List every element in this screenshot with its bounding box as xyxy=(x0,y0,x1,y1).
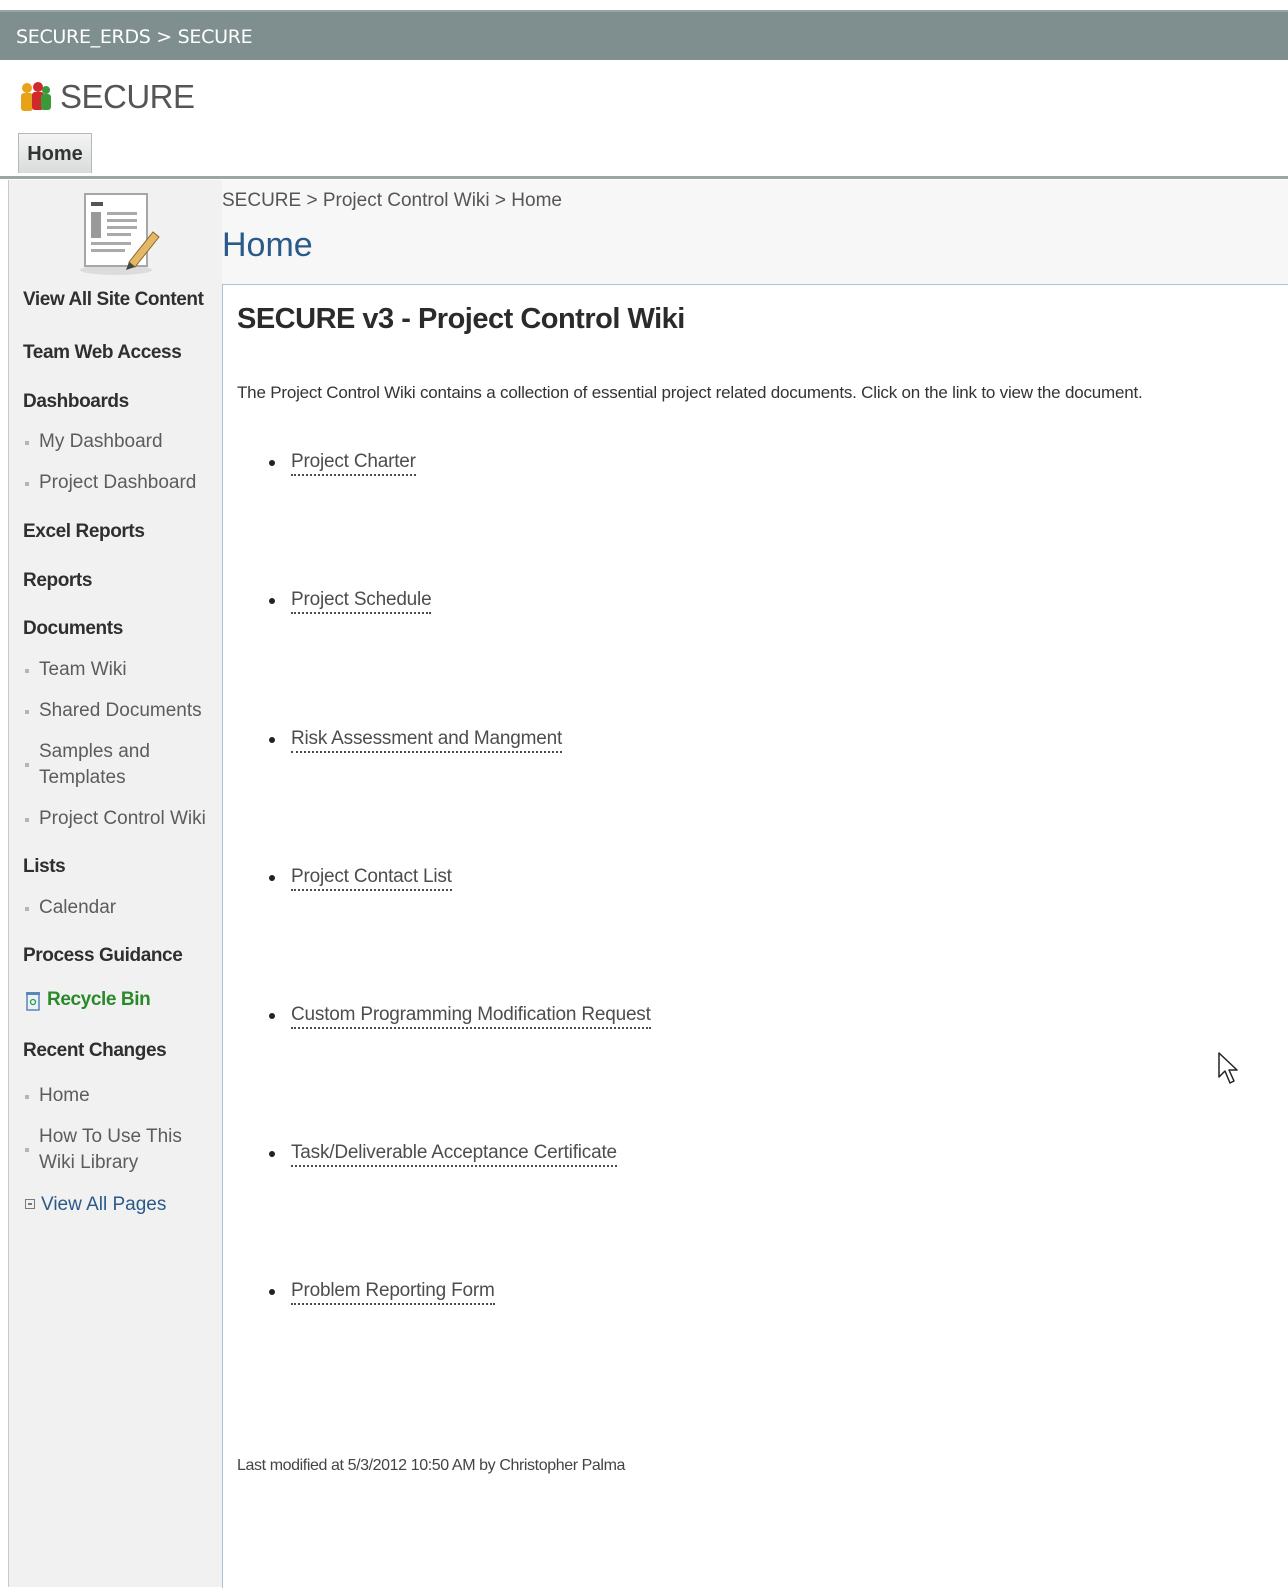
top-breadcrumb-bar: SECURE_ERDS > SECURE xyxy=(0,10,1288,60)
tab-home[interactable]: Home xyxy=(18,133,92,173)
page-title: Home xyxy=(222,226,313,264)
site-header: SECURE Home xyxy=(0,60,1288,179)
nav-item-label: How To Use This Wiki Library xyxy=(39,1126,182,1173)
bullet-icon xyxy=(269,598,275,604)
bullet-icon xyxy=(25,1095,29,1099)
bullet-icon xyxy=(25,669,29,673)
breadcrumb-parent-site[interactable]: SECURE_ERDS xyxy=(16,26,151,48)
nav-heading-excel-reports[interactable]: Excel Reports xyxy=(23,521,145,543)
nav-heading-recent-changes: Recent Changes xyxy=(23,1040,167,1061)
wiki-document-pencil-icon xyxy=(80,193,160,275)
nav-heading-documents[interactable]: Documents xyxy=(23,618,123,640)
site-breadcrumb: SECURE_ERDS > SECURE xyxy=(16,26,253,48)
bullet-icon xyxy=(269,1289,275,1295)
nav-item-team-wiki[interactable]: Team Wiki xyxy=(23,657,127,683)
nav-item-recent-home[interactable]: Home xyxy=(23,1083,90,1109)
sharepoint-people-icon xyxy=(21,82,51,111)
nav-item-label: Team Wiki xyxy=(39,659,127,680)
recycle-bin-icon xyxy=(26,992,40,1011)
nav-item-label: Project Dashboard xyxy=(39,472,197,493)
bullet-icon xyxy=(269,1013,275,1019)
wiki-content: SECURE v3 - Project Control Wiki The Pro… xyxy=(222,284,1288,1588)
last-modified-text: Last modified at 5/3/2012 10:50 AM by Ch… xyxy=(237,1457,626,1474)
bullet-icon xyxy=(25,441,29,445)
breadcrumb-separator: > xyxy=(156,26,172,48)
bullet-icon xyxy=(25,482,29,486)
bullet-icon xyxy=(25,907,29,911)
nav-item-my-dashboard[interactable]: My Dashboard xyxy=(23,429,163,455)
nav-item-label: Home xyxy=(39,1085,90,1106)
wiki-heading: SECURE v3 - Project Control Wiki xyxy=(237,303,685,335)
doc-link-custom-programming-request[interactable]: Custom Programming Modification Request xyxy=(291,1004,651,1029)
page-header: SECURE > Project Control Wiki > Home Hom… xyxy=(222,180,1288,284)
view-all-pages-label: View All Pages xyxy=(41,1194,167,1215)
expand-box-icon xyxy=(25,1199,35,1209)
nav-heading-process-guidance[interactable]: Process Guidance xyxy=(23,945,183,967)
nav-item-shared-documents[interactable]: Shared Documents xyxy=(23,698,202,724)
bullet-icon xyxy=(25,818,29,822)
bullet-icon xyxy=(25,1148,29,1152)
bullet-icon xyxy=(269,1151,275,1157)
nav-item-label: Project Control Wiki xyxy=(39,808,206,829)
mouse-pointer-icon xyxy=(1218,1052,1238,1084)
nav-heading-team-web-access[interactable]: Team Web Access xyxy=(23,342,182,364)
doc-link-problem-reporting-form[interactable]: Problem Reporting Form xyxy=(291,1280,495,1305)
nav-item-samples-and-templates[interactable]: Samples and Templates xyxy=(23,739,179,791)
doc-link-project-charter[interactable]: Project Charter xyxy=(291,451,416,476)
nav-item-label: Calendar xyxy=(39,897,117,918)
doc-link-acceptance-certificate[interactable]: Task/Deliverable Acceptance Certificate xyxy=(291,1142,617,1167)
quick-launch-sidebar: View All Site Content Team Web Access Da… xyxy=(8,180,222,1587)
nav-item-project-control-wiki[interactable]: Project Control Wiki xyxy=(23,806,206,832)
nav-item-label: Samples and Templates xyxy=(39,741,150,788)
nav-heading-dashboards[interactable]: Dashboards xyxy=(23,391,129,413)
bullet-icon xyxy=(269,737,275,743)
doc-link-risk-assessment[interactable]: Risk Assessment and Mangment xyxy=(291,728,562,753)
intro-text: The Project Control Wiki contains a coll… xyxy=(237,383,1143,402)
doc-link-project-contact-list[interactable]: Project Contact List xyxy=(291,866,452,891)
nav-item-calendar[interactable]: Calendar xyxy=(23,895,116,921)
nav-heading-lists[interactable]: Lists xyxy=(23,856,66,878)
breadcrumb[interactable]: SECURE > Project Control Wiki > Home xyxy=(222,190,562,212)
bullet-icon xyxy=(25,763,29,767)
nav-item-how-to-use-wiki[interactable]: How To Use This Wiki Library xyxy=(23,1124,189,1176)
nav-item-label: Shared Documents xyxy=(39,700,202,721)
bullet-icon xyxy=(25,710,29,714)
view-all-site-content-link[interactable]: View All Site Content xyxy=(23,289,204,311)
breadcrumb-current-site[interactable]: SECURE xyxy=(178,26,253,48)
nav-item-label: My Dashboard xyxy=(39,431,163,452)
bullet-icon xyxy=(269,875,275,881)
recycle-bin-label: Recycle Bin xyxy=(47,989,151,1010)
nav-heading-reports[interactable]: Reports xyxy=(23,570,92,592)
doc-link-project-schedule[interactable]: Project Schedule xyxy=(291,589,432,614)
nav-item-project-dashboard[interactable]: Project Dashboard xyxy=(23,470,196,496)
site-title[interactable]: SECURE xyxy=(60,78,195,116)
bullet-icon xyxy=(269,460,275,466)
